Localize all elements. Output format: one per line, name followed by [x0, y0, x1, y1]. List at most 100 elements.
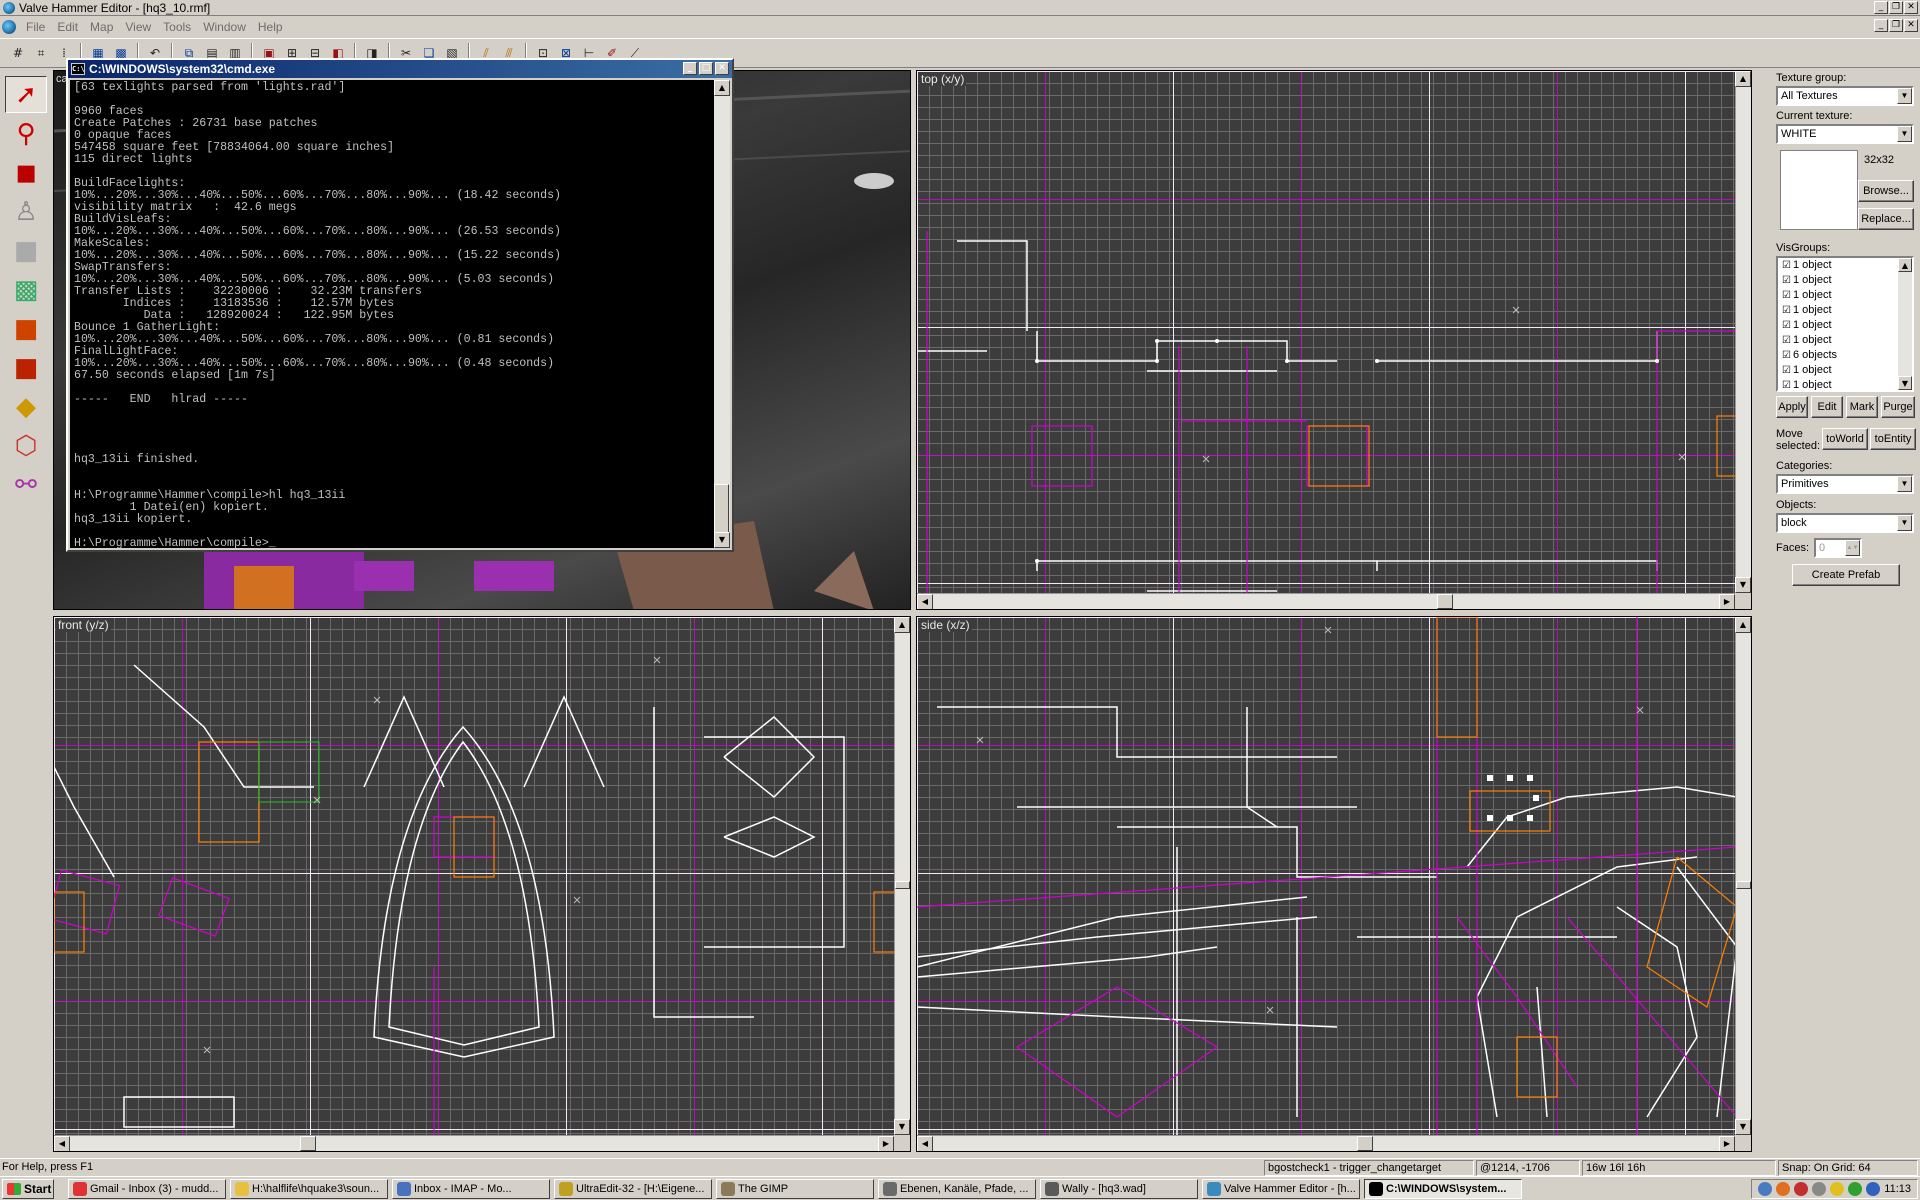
doc-restore-button[interactable]: ❐	[1889, 19, 1903, 32]
side-viewport[interactable]: side (x/z) ▲ ▼ ◀ ▶	[916, 616, 1752, 1152]
task-explorer[interactable]: H:\halflife\hquake3\soun...	[230, 1179, 388, 1199]
task-layers[interactable]: Ebenen, Kanäle, Pfade, ...	[878, 1179, 1036, 1199]
task-gmail[interactable]: Gmail - Inbox (3) - mudd...	[68, 1179, 226, 1199]
minimize-button[interactable]: _	[1874, 1, 1888, 14]
replace-button[interactable]: Replace...	[1858, 208, 1914, 230]
decal-tool-icon[interactable]: ■	[5, 349, 47, 386]
visgroup-item[interactable]: ☑ 1 object	[1778, 333, 1912, 348]
visgroup-item[interactable]: ☑ 1 object	[1778, 378, 1912, 390]
antivirus-icon[interactable]	[1794, 1182, 1809, 1196]
checkmark-icon[interactable]: ☑	[1782, 348, 1791, 363]
visgroups-scrollbar[interactable]: ▲ ▼	[1898, 258, 1912, 390]
visgroup-item[interactable]: ☑ 6 objects	[1778, 348, 1912, 363]
menu-tools[interactable]: Tools	[157, 20, 197, 34]
cmd-output[interactable]: [63 texlights parsed from 'lights.rad'] …	[70, 80, 714, 548]
cmd-minimize-button[interactable]: _	[683, 62, 697, 75]
selection-tool-icon[interactable]: ➚	[5, 76, 47, 113]
task-cmd[interactable]: C:\WINDOWS\system...	[1364, 1179, 1522, 1199]
checkmark-icon[interactable]: ☑	[1782, 273, 1791, 288]
side-vscroll[interactable]: ▲ ▼	[1735, 617, 1751, 1135]
categories-select[interactable]: Primitives ▼	[1776, 474, 1914, 494]
cmd-title-bar[interactable]: C:\ C:\WINDOWS\system32\cmd.exe _ □ ✕	[68, 60, 732, 78]
task-hammer[interactable]: Valve Hammer Editor - [h...	[1202, 1179, 1360, 1199]
network-icon[interactable]	[1758, 1182, 1773, 1196]
entity-tool-icon[interactable]: ♙	[5, 193, 47, 230]
menu-map[interactable]: Map	[84, 20, 119, 34]
side-hscroll[interactable]: ◀ ▶	[917, 1135, 1735, 1151]
camera-tool-icon[interactable]: ◼	[5, 154, 47, 191]
spinner-arrows-icon[interactable]: ▲▼	[1845, 540, 1860, 556]
menu-help[interactable]: Help	[252, 20, 289, 34]
firefox-icon[interactable]	[1776, 1182, 1791, 1196]
texture-tool-icon[interactable]: ▩	[5, 271, 47, 308]
checkmark-icon[interactable]: ☑	[1782, 363, 1791, 378]
visgroup-mark-button[interactable]: Mark	[1846, 396, 1878, 418]
checkmark-icon[interactable]: ☑	[1782, 258, 1791, 273]
chevron-down-icon[interactable]: ▼	[1897, 476, 1912, 492]
task-gimp[interactable]: The GIMP	[716, 1179, 874, 1199]
restore-button[interactable]: ❐	[1889, 1, 1903, 14]
visgroups-list[interactable]: ☑ 1 object ☑ 1 object ☑ 1 object ☑ 1 object …	[1776, 256, 1914, 392]
magnify-tool-icon[interactable]: ⚲	[5, 115, 47, 152]
top-vscroll[interactable]: ▲ ▼	[1735, 71, 1751, 593]
document-icon[interactable]	[2, 20, 16, 34]
apply-texture-icon[interactable]: ■	[5, 310, 47, 347]
start-button[interactable]: Start	[2, 1179, 54, 1199]
menu-view[interactable]: View	[119, 20, 157, 34]
clock: 11:13	[1884, 1183, 1911, 1195]
shield-icon[interactable]	[1830, 1182, 1845, 1196]
sync-icon[interactable]	[1848, 1182, 1863, 1196]
to-entity-button[interactable]: toEntity	[1870, 428, 1916, 450]
faces-spinner[interactable]: 0 ▲▼	[1814, 538, 1862, 558]
visgroup-item[interactable]: ☑ 1 object	[1778, 273, 1912, 288]
chevron-down-icon[interactable]: ▼	[1897, 88, 1912, 104]
chevron-down-icon[interactable]: ▼	[1897, 126, 1912, 142]
checkmark-icon[interactable]: ☑	[1782, 288, 1791, 303]
top-viewport[interactable]: top (x/y) ▲ ▼ ◀ ▶	[916, 70, 1752, 610]
visgroup-item[interactable]: ☑ 1 object	[1778, 288, 1912, 303]
cmd-close-button[interactable]: ✕	[715, 62, 729, 75]
visgroup-item[interactable]: ☑ 1 object	[1778, 258, 1912, 273]
checkmark-icon[interactable]: ☑	[1782, 333, 1791, 348]
3d-grid-icon[interactable]: ⌗	[31, 43, 51, 63]
volume-icon[interactable]	[1866, 1182, 1881, 1196]
doc-close-button[interactable]: ✕	[1904, 19, 1918, 32]
menu-edit[interactable]: Edit	[51, 20, 84, 34]
front-vscroll[interactable]: ▲ ▼	[894, 617, 910, 1135]
create-prefab-button[interactable]: Create Prefab	[1792, 564, 1900, 586]
visgroup-item[interactable]: ☑ 1 object	[1778, 318, 1912, 333]
visgroup-apply-button[interactable]: Apply	[1776, 396, 1808, 418]
visgroup-purge-button[interactable]: Purge	[1881, 396, 1915, 418]
menu-window[interactable]: Window	[197, 20, 252, 34]
front-viewport[interactable]: front (y/z) ▲ ▼ ◀ ▶	[53, 616, 911, 1152]
cmd-window[interactable]: C:\ C:\WINDOWS\system32\cmd.exe _ □ ✕ [6…	[66, 58, 734, 552]
visgroup-item[interactable]: ☑ 1 object	[1778, 363, 1912, 378]
cmd-scrollbar[interactable]: ▲ ▼	[714, 80, 730, 548]
checkmark-icon[interactable]: ☑	[1782, 378, 1791, 390]
checkmark-icon[interactable]: ☑	[1782, 318, 1791, 333]
path-tool-icon[interactable]: ⚯	[5, 466, 47, 503]
visgroup-item[interactable]: ☑ 1 object	[1778, 303, 1912, 318]
current-texture-select[interactable]: WHITE ▼	[1776, 124, 1914, 144]
task-ultraedit[interactable]: UltraEdit-32 - [H:\Eigene...	[554, 1179, 712, 1199]
front-hscroll[interactable]: ◀ ▶	[54, 1135, 894, 1151]
chevron-down-icon[interactable]: ▼	[1897, 515, 1912, 531]
grid-icon[interactable]: #	[8, 43, 28, 63]
browse-button[interactable]: Browse...	[1858, 180, 1914, 202]
checkmark-icon[interactable]: ☑	[1782, 303, 1791, 318]
block-tool-icon[interactable]: ■	[5, 232, 47, 269]
texture-group-select[interactable]: All Textures ▼	[1776, 86, 1914, 106]
top-hscroll[interactable]: ◀ ▶	[917, 593, 1735, 609]
to-world-button[interactable]: toWorld	[1822, 428, 1868, 450]
hardware-icon[interactable]	[1812, 1182, 1827, 1196]
visgroup-edit-button[interactable]: Edit	[1811, 396, 1843, 418]
cmd-maximize-button[interactable]: □	[699, 62, 713, 75]
clip-tool-icon[interactable]: ◆	[5, 388, 47, 425]
task-wally[interactable]: Wally - [hq3.wad]	[1040, 1179, 1198, 1199]
vertex-tool-icon[interactable]: ⬡	[5, 427, 47, 464]
task-mail[interactable]: Inbox - IMAP - Mo...	[392, 1179, 550, 1199]
close-button[interactable]: ✕	[1904, 1, 1918, 14]
objects-select[interactable]: block ▼	[1776, 513, 1914, 533]
menu-file[interactable]: File	[20, 20, 51, 34]
doc-minimize-button[interactable]: _	[1874, 19, 1888, 32]
